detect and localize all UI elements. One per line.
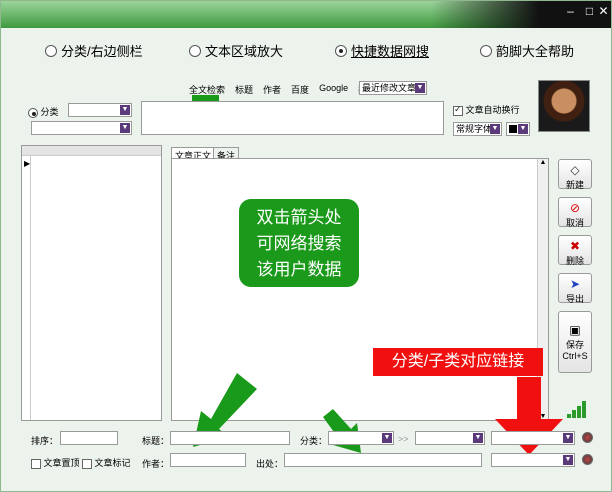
link-arrows: >> [398,434,409,444]
chevron-down-icon: ▼ [473,433,483,443]
author-input[interactable] [170,453,246,467]
link-button-1-icon[interactable] [582,432,593,443]
title-label: 标题： [142,436,170,446]
pin-article-checkbox[interactable]: 文章置顶 [31,456,80,469]
mark-article-checkbox[interactable]: 文章标记 [82,456,131,469]
chevron-down-icon: ▼ [563,433,573,443]
order-input[interactable] [60,431,118,445]
chevron-down-icon: ▼ [382,433,392,443]
checkbox-icon [82,458,92,469]
link-select-1[interactable]: ▼ [491,431,575,445]
arrow-graphics [193,373,563,455]
chevron-down-icon: ▼ [563,455,573,465]
link-select-2[interactable]: ▼ [491,453,575,467]
source-label: 出处： [256,459,284,469]
category-field-select[interactable]: ▼ [328,431,394,445]
author-label: 作者： [142,459,170,469]
order-label: 排序： [31,436,59,446]
subcategory-field-select[interactable]: ▼ [415,431,485,445]
title-input[interactable] [170,431,290,445]
link-button-2-icon[interactable] [582,454,593,465]
category-field-label: 分类： [300,436,328,446]
source-input[interactable] [284,453,482,467]
checkbox-icon [31,458,41,469]
app-window: – □ ✕ 分类/右边侧栏 文本区域放大 快捷数据网搜 韵脚大全帮助 全文检索 … [0,0,612,492]
